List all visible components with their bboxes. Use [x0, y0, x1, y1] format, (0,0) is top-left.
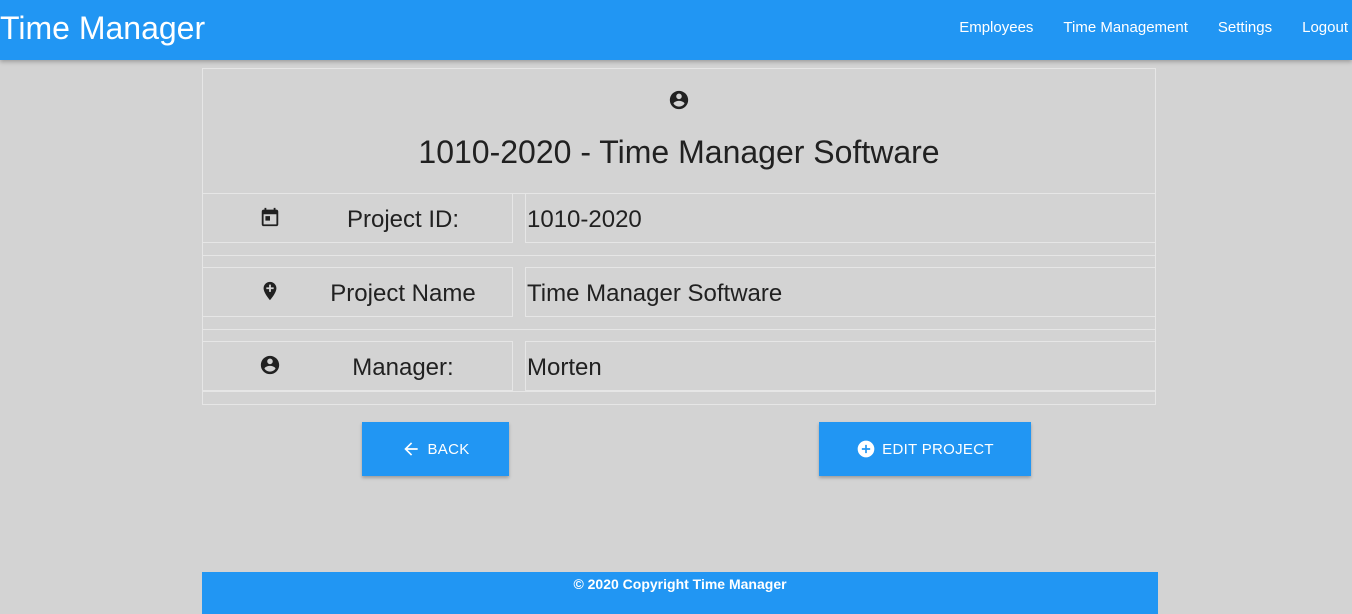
divider	[202, 255, 1156, 256]
divider	[202, 391, 1156, 392]
app-title[interactable]: Time Manager	[0, 9, 205, 47]
row-label-text: Project Name	[330, 280, 476, 307]
plus-circle-icon	[857, 440, 875, 458]
footer-copyright: © 2020 Copyright Time Manager	[573, 576, 787, 592]
row-value-text: Time Manager Software	[527, 280, 783, 307]
row-value-project-name: Time Manager Software	[525, 267, 1156, 317]
row-label-project-name: Project Name	[202, 267, 513, 317]
edit-project-button-label: EDIT PROJECT	[882, 440, 994, 458]
row-label-project-id: Project ID:	[202, 193, 513, 243]
nav-item-logout[interactable]: Logout	[1302, 18, 1348, 38]
calendar-icon	[261, 207, 279, 227]
account-circle-icon	[260, 355, 280, 375]
row-label-text: Project ID:	[346, 206, 460, 233]
row-label-manager: Manager:	[202, 341, 513, 391]
arrow-left-icon	[404, 442, 419, 456]
nav-item-time-management[interactable]: Time Management	[1063, 18, 1188, 38]
add-location-icon	[263, 281, 277, 301]
row-value-text: 1010-2020	[527, 206, 642, 233]
row-label-text: Manager:	[352, 354, 454, 381]
row-value-manager: Morten	[525, 341, 1156, 391]
back-button-label: BACK	[427, 440, 470, 458]
edit-project-button[interactable]: EDIT PROJECT	[819, 422, 1031, 476]
page-title: 1010-2020 - Time Manager Software	[418, 134, 940, 170]
navbar: Time Manager Employees Time Management S…	[0, 0, 1352, 60]
account-circle-icon	[669, 90, 689, 110]
nav-item-employees[interactable]: Employees	[959, 18, 1033, 38]
nav-item-settings[interactable]: Settings	[1218, 18, 1272, 38]
footer: © 2020 Copyright Time Manager	[202, 572, 1158, 614]
row-value-project-id: 1010-2020	[525, 193, 1156, 243]
back-button[interactable]: BACK	[362, 422, 509, 476]
nav-links: Employees Time Management Settings Logou…	[929, 18, 1348, 38]
row-value-text: Morten	[527, 354, 602, 381]
divider	[202, 329, 1156, 330]
